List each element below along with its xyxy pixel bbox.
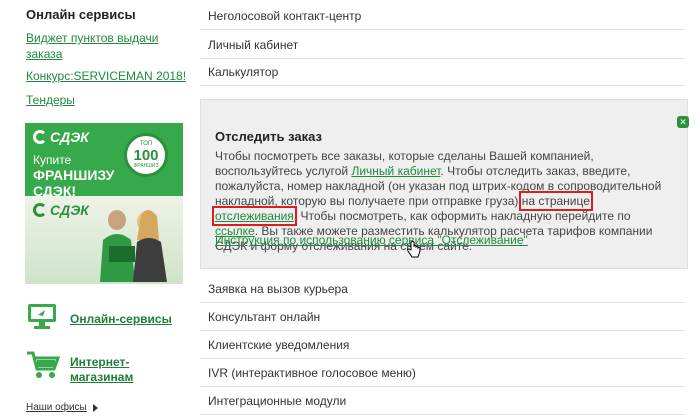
tracking-page-link[interactable]: отслеживания — [215, 209, 294, 223]
franchise-line-1: Купите — [33, 153, 72, 167]
franchise-text: Купите ФРАНШИЗУ СДЭК! — [33, 153, 114, 199]
cdek-logo-text: СДЭК — [50, 129, 89, 145]
hand-cursor-icon — [407, 241, 421, 258]
shops-link-line-2: магазинам — [70, 370, 134, 384]
chevron-right-icon — [93, 404, 98, 412]
sidebar: Онлайн сервисы Виджет пунктов выдачи зак… — [0, 0, 200, 418]
seal-number: 100 — [133, 147, 159, 164]
sidebar-link-widget-cont[interactable]: заказа — [26, 46, 62, 62]
personal-account-link[interactable]: Личный кабинет — [351, 164, 440, 178]
sidebar-link-tenders[interactable]: Тендеры — [26, 92, 75, 108]
cdek-logo: СДЭК — [33, 129, 89, 145]
shops-link[interactable]: Интернет- магазинам — [70, 355, 133, 385]
panel-title: Отследить заказ — [215, 129, 322, 144]
close-icon[interactable]: ✕ — [677, 116, 689, 128]
row-ivr[interactable]: IVR (интерактивное голосовое меню) — [200, 359, 685, 387]
row-client-notifications[interactable]: Клиентские уведомления — [200, 331, 685, 359]
row-integration-modules[interactable]: Интеграционные модули — [200, 387, 685, 415]
row-courier-request[interactable]: Заявка на вызов курьера — [200, 275, 685, 303]
courier-banner[interactable]: СДЭК — [25, 196, 183, 284]
row-online-consultant[interactable]: Консультант онлайн — [200, 303, 685, 331]
online-services-link[interactable]: Онлайн-сервисы — [70, 312, 172, 327]
row-non-voice-contact-center[interactable]: Неголосовой контакт-центр — [200, 2, 685, 30]
seal-bottom: ФРАНШИЗ — [133, 163, 159, 169]
franchise-line-2: ФРАНШИЗУ — [33, 167, 115, 183]
offices-link[interactable]: Наши офисы — [26, 402, 87, 413]
sidebar-title: Онлайн сервисы — [26, 7, 136, 22]
monitor-icon[interactable] — [26, 302, 58, 330]
row-calculator[interactable]: Калькулятор — [200, 58, 685, 86]
cdek-logo-icon — [33, 130, 47, 144]
services-list: Неголосовой контакт-центр Личный кабинет… — [200, 0, 700, 418]
courier-people-image — [100, 210, 167, 282]
sidebar-link-widget[interactable]: Виджет пунктов выдачи — [26, 30, 158, 46]
row-personal-account[interactable]: Личный кабинет — [200, 31, 685, 59]
cart-icon[interactable] — [26, 350, 60, 380]
cdek-logo-2: СДЭК — [33, 202, 89, 218]
top100-seal: ТОП 100 ФРАНШИЗ — [124, 133, 168, 177]
sidebar-link-contest[interactable]: Конкурс:SERVICEMAN 2018! — [26, 68, 186, 84]
track-order-panel: Отследить заказ ✕ Чтобы посмотреть все з… — [200, 99, 689, 269]
shops-link-line-1: Интернет- — [70, 355, 130, 369]
text-part-3: . Чтобы посмотреть, как оформить накладн… — [293, 209, 631, 223]
cdek-logo-text-2: СДЭК — [50, 202, 89, 218]
tracking-instruction-link[interactable]: Инструкция по использованию сервиса "Отс… — [215, 233, 528, 247]
cdek-logo-icon-2 — [33, 203, 47, 217]
text-highlight: на странице — [521, 194, 590, 208]
